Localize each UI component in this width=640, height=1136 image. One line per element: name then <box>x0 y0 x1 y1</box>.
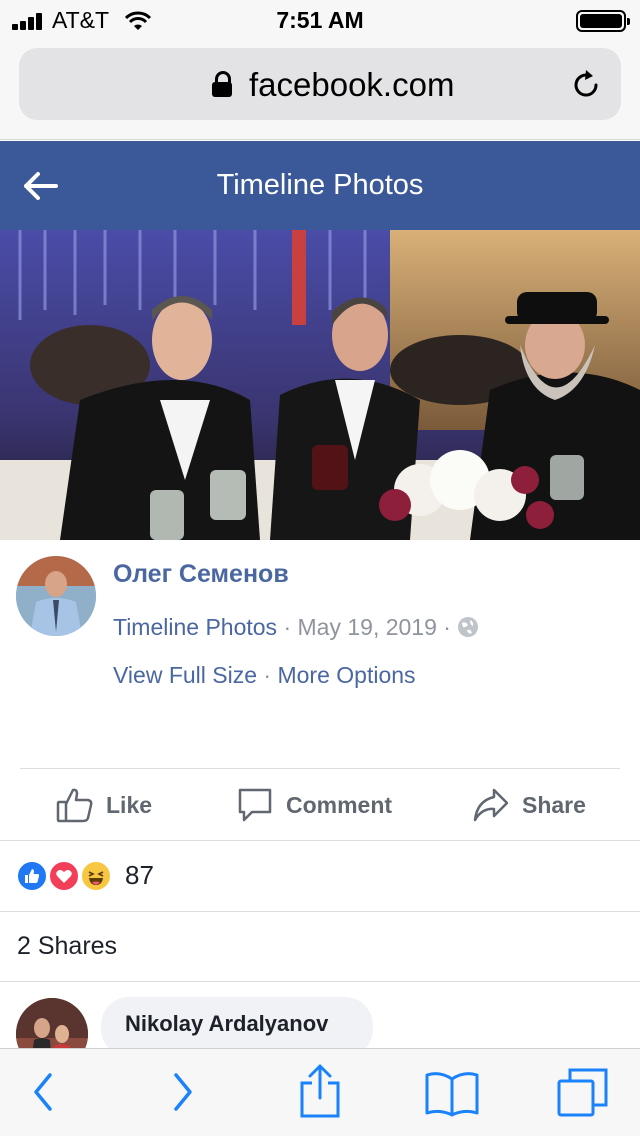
share-arrow-icon <box>473 788 509 822</box>
divider <box>20 768 620 769</box>
battery-icon <box>576 10 630 32</box>
more-options-link[interactable]: More Options <box>277 662 415 688</box>
reload-icon[interactable] <box>569 68 603 102</box>
share-button[interactable]: Share <box>472 780 586 830</box>
clock-time: 7:51 AM <box>276 7 364 33</box>
haha-reaction-icon <box>80 860 112 892</box>
meta-separator: · <box>283 614 292 640</box>
meta-separator: · <box>443 614 451 640</box>
status-bar: AT&T 7:51 AM <box>0 0 640 40</box>
bookmarks-icon[interactable] <box>424 1069 480 1117</box>
globe-icon <box>458 617 479 637</box>
post-meta: Timeline Photos · May 19, 2019 · <box>113 614 479 641</box>
commenter-name[interactable]: Nikolay Ardalyanov <box>125 1011 328 1037</box>
comment-button[interactable]: Comment <box>236 780 392 830</box>
comment-label: Comment <box>286 791 393 818</box>
post-date[interactable]: May 19, 2019 <box>298 614 437 640</box>
photo-options: View Full Size · More Options <box>113 662 416 689</box>
album-link[interactable]: Timeline Photos <box>113 614 277 640</box>
divider <box>0 840 640 841</box>
divider <box>0 911 640 912</box>
share-sheet-icon[interactable] <box>298 1063 342 1119</box>
like-reaction-icon <box>16 860 48 892</box>
author-name[interactable]: Олег Семенов <box>113 560 289 589</box>
share-label: Share <box>522 791 586 818</box>
comment-icon <box>238 788 272 822</box>
options-separator: · <box>263 662 272 688</box>
back-icon[interactable] <box>30 1071 56 1113</box>
like-button[interactable]: Like <box>56 780 152 830</box>
thumbs-up-icon <box>56 788 93 823</box>
safari-toolbar <box>0 1048 640 1136</box>
timeline-photo[interactable] <box>0 230 640 540</box>
love-reaction-icon <box>48 860 80 892</box>
address-bar[interactable]: facebook.com <box>19 48 621 120</box>
browser-address-area: facebook.com <box>0 40 640 140</box>
author-avatar[interactable] <box>16 556 96 636</box>
tabs-icon[interactable] <box>556 1065 610 1119</box>
shares-count[interactable]: 2 Shares <box>17 932 117 961</box>
page-title: Timeline Photos <box>216 169 424 201</box>
forward-icon[interactable] <box>170 1071 196 1113</box>
lock-icon <box>212 71 232 97</box>
view-full-size-link[interactable]: View Full Size <box>113 662 257 688</box>
url-text: facebook.com <box>249 66 455 103</box>
like-label: Like <box>106 791 153 818</box>
page-header: Timeline Photos <box>0 141 640 230</box>
divider <box>0 981 640 982</box>
reactions-count: 87 <box>125 860 154 890</box>
